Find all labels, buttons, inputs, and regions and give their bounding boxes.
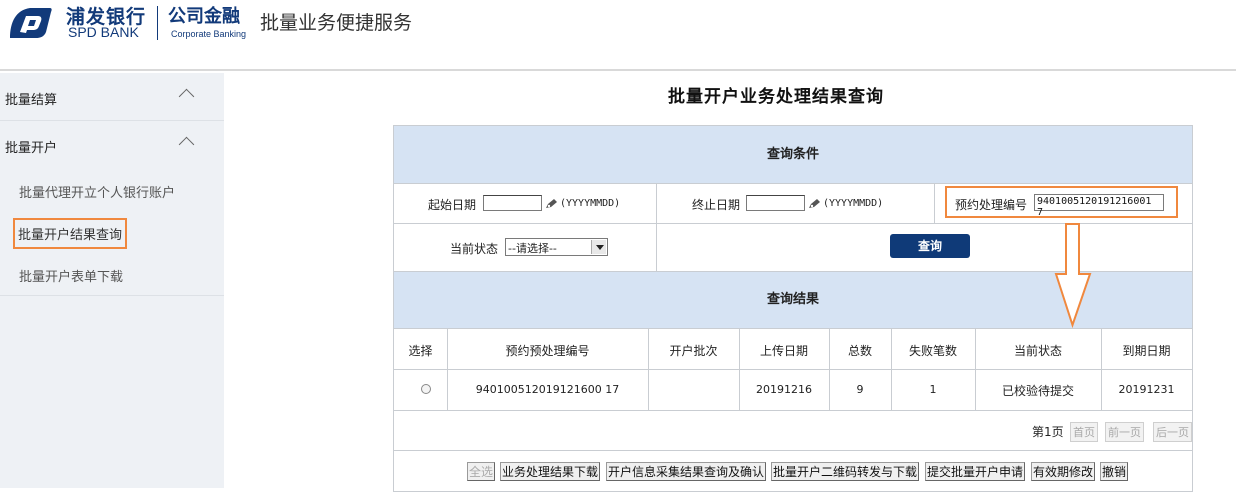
header: 浦发银行 SPD BANK 公司金融 Corporate Banking 批量业… bbox=[0, 0, 1236, 71]
reserve-no-input[interactable]: 9401005120191216001 7 bbox=[1034, 194, 1164, 218]
info-confirm-button[interactable]: 开户信息采集结果查询及确认 bbox=[606, 462, 767, 481]
submit-application-button[interactable]: 提交批量开户申请 bbox=[925, 462, 1026, 481]
row-divider bbox=[394, 369, 1192, 370]
cell-status: 已校验待提交 bbox=[1001, 384, 1074, 398]
app-title: 批量业务便捷服务 bbox=[260, 12, 413, 34]
sidebar-divider bbox=[0, 295, 224, 296]
cell-reserve-no: 940100512019121600 17 bbox=[475, 383, 620, 396]
row-divider bbox=[394, 183, 1192, 184]
page-title: 批量开户业务处理结果查询 bbox=[668, 87, 884, 107]
end-date-label: 终止日期 bbox=[692, 198, 741, 212]
page-indicator: 第1页 bbox=[1032, 425, 1064, 439]
corp-name-cn: 公司金融 bbox=[168, 6, 240, 27]
logo-divider bbox=[157, 6, 158, 40]
col-header-reserve-no: 预约预处理编号 bbox=[505, 344, 590, 358]
cell-total: 9 bbox=[856, 383, 864, 396]
sidebar-group-batch-settlement[interactable]: 批量结算 bbox=[0, 73, 224, 121]
validity-modify-button[interactable]: 有效期修改 bbox=[1031, 462, 1096, 481]
col-header-total: 总数 bbox=[847, 344, 872, 358]
corp-name-en: Corporate Banking bbox=[171, 29, 247, 39]
col-header-expire-date: 到期日期 bbox=[1122, 344, 1171, 358]
row-divider bbox=[394, 410, 1192, 411]
sidebar: 批量结算 批量开户 批量代理开立个人银行账户 批量开户结果查询 批量开户表单下载 bbox=[0, 73, 224, 488]
start-date-format-hint: (YYYYMMDD) bbox=[560, 198, 621, 209]
end-date-format-hint: (YYYYMMDD) bbox=[823, 198, 884, 209]
bank-name-en: SPD BANK bbox=[68, 24, 139, 40]
start-date-label: 起始日期 bbox=[428, 198, 477, 212]
row-divider bbox=[394, 450, 1192, 451]
sidebar-group-label: 批量开户 bbox=[5, 141, 58, 156]
revoke-button[interactable]: 撤销 bbox=[1100, 462, 1129, 481]
col-divider bbox=[656, 183, 657, 271]
col-divider bbox=[934, 183, 935, 223]
chevron-down-icon[interactable] bbox=[591, 240, 606, 254]
cell-expire-date: 20191231 bbox=[1118, 383, 1175, 396]
query-button[interactable]: 查询 bbox=[890, 234, 970, 258]
first-page-button[interactable]: 首页 bbox=[1070, 422, 1098, 442]
chevron-up-icon[interactable] bbox=[178, 88, 195, 105]
start-date-input[interactable] bbox=[483, 195, 542, 211]
calendar-picker-icon[interactable] bbox=[545, 198, 558, 209]
next-page-button[interactable]: 后一页 bbox=[1153, 422, 1192, 442]
down-arrow-annotation-icon bbox=[1054, 223, 1092, 328]
sidebar-item-batch-result-query[interactable]: 批量开户结果查询 bbox=[13, 218, 128, 249]
chevron-up-icon[interactable] bbox=[178, 136, 195, 153]
col-header-failed: 失败笔数 bbox=[908, 344, 957, 358]
download-result-button[interactable]: 业务处理结果下载 bbox=[500, 462, 601, 481]
end-date-input[interactable] bbox=[746, 195, 805, 211]
col-header-select: 选择 bbox=[408, 344, 433, 358]
select-all-button[interactable]: 全选 bbox=[467, 462, 496, 481]
col-header-batch: 开户批次 bbox=[669, 344, 718, 358]
status-select-value: --请选择-- bbox=[508, 242, 557, 255]
sidebar-item-batch-open-personal[interactable]: 批量代理开立个人银行账户 bbox=[19, 182, 175, 201]
status-label: 当前状态 bbox=[450, 242, 499, 256]
col-header-status: 当前状态 bbox=[1013, 344, 1062, 358]
calendar-picker-icon[interactable] bbox=[808, 198, 821, 209]
reserve-no-label: 预约处理编号 bbox=[955, 198, 1028, 212]
cell-failed: 1 bbox=[929, 383, 937, 396]
prev-page-button[interactable]: 前一页 bbox=[1105, 422, 1144, 442]
status-select[interactable]: --请选择-- bbox=[505, 238, 608, 256]
sidebar-group-label: 批量结算 bbox=[5, 93, 58, 108]
qr-forward-button[interactable]: 批量开户二维码转发与下载 bbox=[771, 462, 920, 481]
sidebar-group-batch-account[interactable]: 批量开户 bbox=[0, 121, 224, 169]
row-select-radio[interactable] bbox=[421, 384, 431, 394]
query-section-header: 查询条件 bbox=[394, 126, 1192, 183]
cell-upload-date: 20191216 bbox=[756, 383, 812, 396]
col-header-upload-date: 上传日期 bbox=[759, 344, 808, 358]
spd-logo-icon bbox=[10, 8, 52, 38]
sidebar-item-form-download[interactable]: 批量开户表单下载 bbox=[19, 266, 123, 285]
row-divider bbox=[394, 328, 1192, 329]
